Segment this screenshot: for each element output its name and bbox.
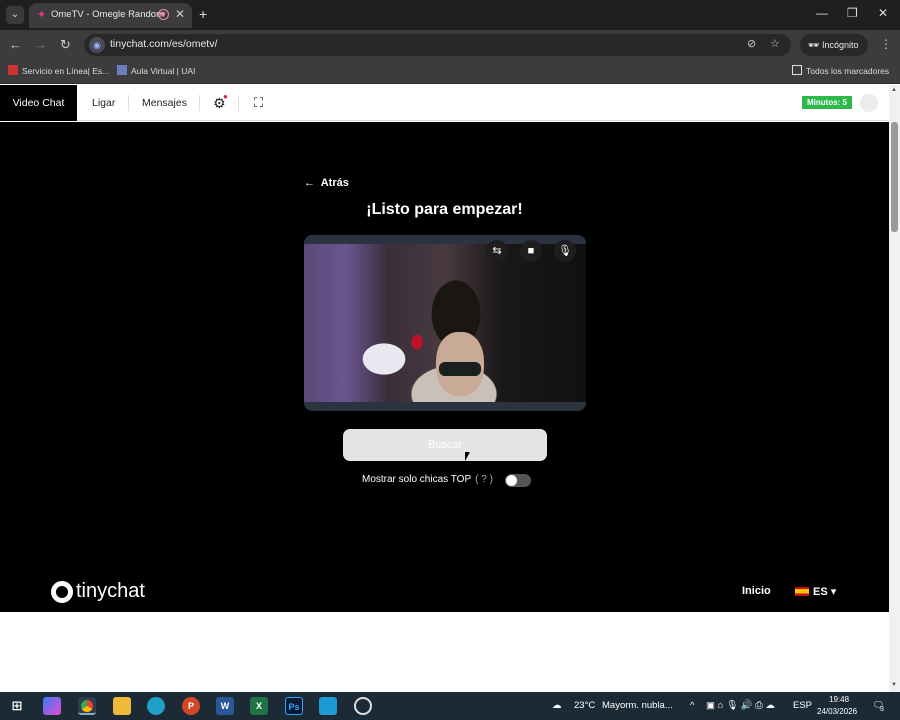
menu-kebab-icon[interactable]: ⋮ bbox=[880, 37, 892, 51]
restore-icon[interactable]: ❐ bbox=[847, 6, 858, 20]
minimize-icon[interactable]: — bbox=[816, 6, 828, 20]
url-text[interactable]: tinychat.com/es/ometv/ bbox=[110, 38, 217, 50]
nav-divider bbox=[238, 95, 239, 111]
camera-icon[interactable]: ■ bbox=[520, 240, 542, 262]
bookmarks-bar: Servicio en Línea| Es... Aula Virtual | … bbox=[0, 60, 900, 84]
help-link[interactable]: ( ? ) bbox=[475, 474, 493, 485]
omnibox[interactable]: ◉ tinychat.com/es/ometv/ ⊘ ☆ bbox=[84, 34, 791, 56]
browser-tab-bar: ⌄ ✦ OmeTV - Omegle Random ✕ + — ❐ ✕ bbox=[0, 0, 900, 30]
tinychat-logo[interactable]: tinychat bbox=[76, 580, 145, 603]
incognito-badge[interactable]: 🕶 Incógnito bbox=[800, 34, 868, 56]
input-language[interactable]: ESP bbox=[793, 700, 812, 711]
store-icon[interactable] bbox=[319, 697, 337, 715]
recording-indicator-icon bbox=[158, 9, 169, 20]
new-tab-icon[interactable]: + bbox=[199, 6, 207, 22]
star-icon[interactable]: ☆ bbox=[770, 37, 780, 50]
windows-start-icon[interactable]: ⊞ bbox=[8, 697, 26, 715]
word-icon[interactable]: W bbox=[216, 697, 234, 715]
forward-arrow-icon[interactable]: → bbox=[34, 37, 47, 52]
nav-mensajes[interactable]: Mensajes bbox=[142, 85, 187, 121]
bookmark-servicio[interactable]: Servicio en Línea| Es... bbox=[8, 65, 109, 76]
nav-video-chat[interactable]: Video Chat bbox=[0, 85, 77, 121]
settings-gear-icon[interactable]: ⚙ ● bbox=[213, 85, 228, 121]
main-content: ← Atrás ¡Listo para empezar! ⇆ ■ 🎙 Busca… bbox=[0, 122, 889, 612]
window-close-icon[interactable]: ✕ bbox=[878, 6, 888, 20]
tray-icons[interactable]: ▣ ⌂ 🎙 🔊 ⎙ ☁ bbox=[706, 700, 775, 711]
chrome-icon[interactable] bbox=[78, 697, 96, 715]
file-explorer-icon[interactable] bbox=[113, 697, 131, 715]
page-scrollbar[interactable]: ▲ ▼ bbox=[889, 85, 900, 692]
all-bookmarks[interactable]: Todos los marcadores bbox=[792, 65, 889, 76]
search-button[interactable]: Buscar bbox=[343, 429, 547, 461]
tab-title: OmeTV - Omegle Random bbox=[51, 9, 164, 20]
camera-glasses bbox=[439, 362, 481, 376]
footer-home-link[interactable]: Inicio bbox=[742, 585, 771, 597]
weather-desc[interactable]: Mayorm. nubla... bbox=[602, 700, 673, 711]
shield-icon bbox=[117, 65, 127, 75]
fullscreen-icon[interactable]: ⛶ bbox=[254, 85, 263, 121]
eye-slash-icon[interactable]: ⊘ bbox=[747, 37, 756, 50]
language-selector[interactable]: ES ▾ bbox=[795, 585, 836, 598]
mouse-cursor-icon bbox=[465, 452, 470, 461]
bookmark-favicon-icon bbox=[8, 65, 18, 75]
back-arrow-icon: ← bbox=[304, 177, 315, 189]
tab-search-chevron-icon[interactable]: ⌄ bbox=[6, 6, 24, 24]
clock-time[interactable]: 19:48 bbox=[829, 695, 849, 704]
top-girls-toggle-label: Mostrar solo chicas TOP( ? ) bbox=[362, 474, 493, 485]
scroll-thumb[interactable] bbox=[891, 122, 898, 232]
scroll-up-icon[interactable]: ▲ bbox=[891, 87, 897, 93]
camera-feed-image bbox=[304, 244, 586, 402]
windows-taskbar: ⊞ P W X Ps ☁ 23°C Mayorm. nubla... ^ ▣ ⌂… bbox=[0, 692, 900, 720]
bookmark-aula-virtual[interactable]: Aula Virtual | UAI bbox=[117, 65, 195, 76]
caret-down-icon: ▾ bbox=[830, 586, 837, 598]
photoshop-icon[interactable]: Ps bbox=[285, 697, 303, 715]
tab-close-icon[interactable]: ✕ bbox=[175, 7, 185, 21]
scroll-down-icon[interactable]: ▼ bbox=[891, 682, 897, 688]
address-toolbar: ← → ↻ ◉ tinychat.com/es/ometv/ ⊘ ☆ 🕶 Inc… bbox=[0, 30, 900, 60]
top-girls-toggle[interactable] bbox=[505, 474, 531, 487]
back-link[interactable]: ← Atrás bbox=[304, 177, 349, 189]
page-title: ¡Listo para empezar! bbox=[366, 201, 523, 218]
tray-chevron-icon[interactable]: ^ bbox=[690, 700, 694, 711]
weather-icon: ☁ bbox=[552, 700, 562, 711]
folder-icon bbox=[792, 65, 802, 75]
obs-icon[interactable] bbox=[354, 697, 372, 715]
site-info-icon[interactable]: ◉ bbox=[89, 37, 105, 53]
weather-temp[interactable]: 23°C bbox=[574, 700, 595, 711]
avatar[interactable] bbox=[860, 94, 878, 112]
incognito-label: Incógnito bbox=[821, 40, 859, 50]
browser-tab[interactable]: ✦ OmeTV - Omegle Random ✕ bbox=[29, 3, 192, 28]
toggle-knob bbox=[506, 475, 517, 486]
nav-ligar[interactable]: Ligar bbox=[92, 85, 115, 121]
spain-flag-icon bbox=[795, 587, 809, 596]
clock-date[interactable]: 24/03/2026 bbox=[817, 707, 857, 716]
powerpoint-icon[interactable]: P bbox=[182, 697, 200, 715]
incognito-icon: 🕶 bbox=[808, 40, 820, 50]
back-arrow-icon[interactable]: ← bbox=[9, 37, 22, 52]
excel-icon[interactable]: X bbox=[250, 697, 268, 715]
nav-divider bbox=[199, 95, 200, 111]
microphone-icon[interactable]: 🎙 bbox=[554, 240, 576, 262]
edge-icon[interactable] bbox=[147, 697, 165, 715]
ometv-favicon-icon: ✦ bbox=[37, 9, 47, 21]
reload-icon[interactable]: ↻ bbox=[60, 37, 71, 53]
tinychat-logo-icon bbox=[51, 581, 73, 603]
site-header: Video Chat Ligar Mensajes ⚙ ● ⛶ Minutos: … bbox=[0, 85, 889, 121]
nav-divider bbox=[128, 95, 129, 111]
mirror-icon[interactable]: ⇆ bbox=[486, 240, 508, 262]
notification-count: 3 bbox=[880, 706, 884, 713]
copilot-icon[interactable] bbox=[43, 697, 61, 715]
camera-preview: ⇆ ■ 🎙 bbox=[304, 235, 586, 411]
minutes-badge: Minutos: 5 bbox=[802, 96, 852, 109]
